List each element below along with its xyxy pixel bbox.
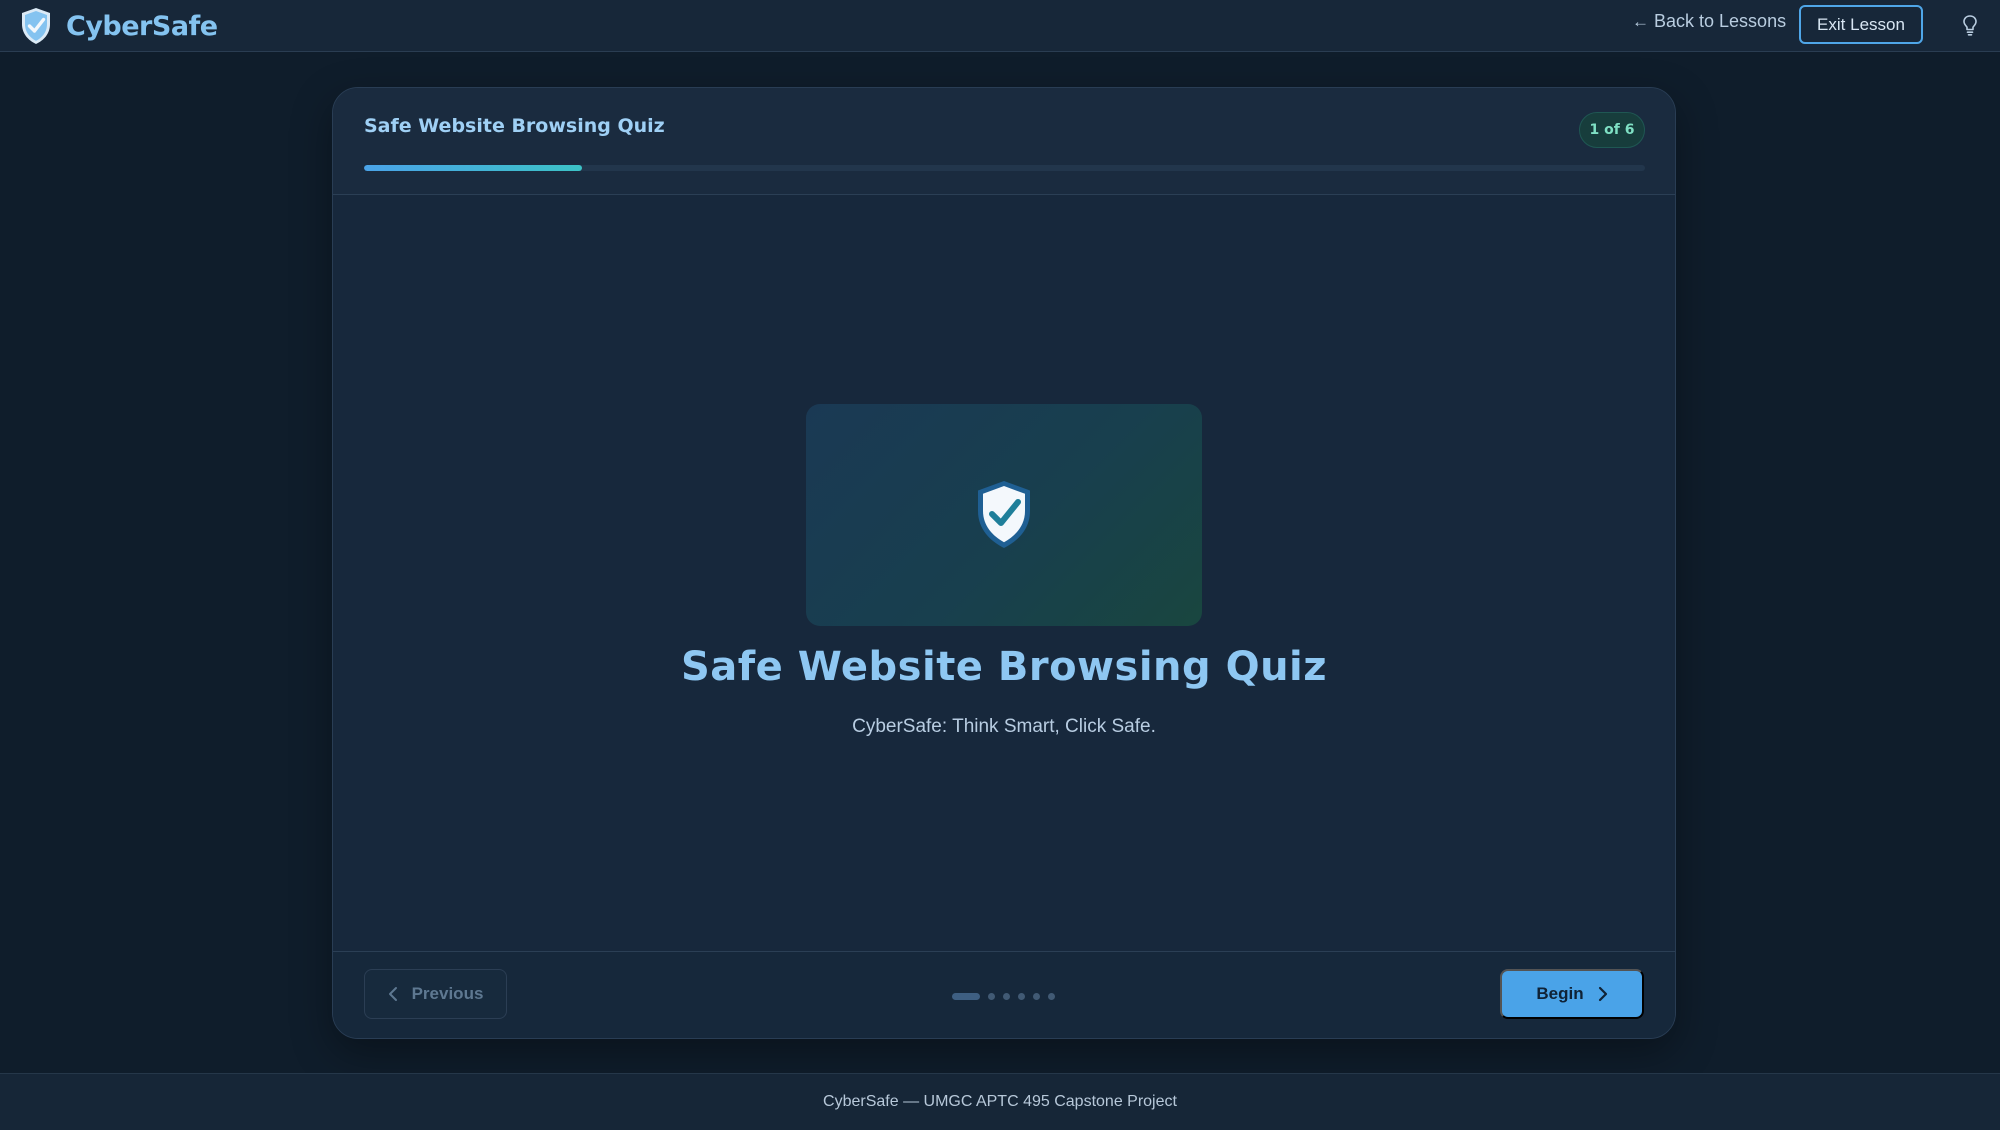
previous-button[interactable]: Previous — [364, 969, 507, 1019]
slide-title: Safe Website Browsing Quiz — [680, 644, 1328, 690]
shield-check-icon — [22, 8, 50, 44]
brand-name: CyberSafe — [66, 10, 218, 42]
back-to-lessons-label: Back to Lessons — [1654, 11, 1787, 31]
slide-dot[interactable] — [1003, 992, 1010, 1000]
lesson-navigation: Previous Begin — [333, 951, 1675, 1038]
slide-dot[interactable] — [988, 992, 995, 1000]
slide-dot[interactable] — [1018, 992, 1025, 1000]
slide-dot[interactable] — [1048, 992, 1055, 1000]
slide-indicator — [952, 992, 1055, 1000]
shield-check-icon — [978, 481, 1030, 548]
page-footer: CyberSafe — UMGC APTC 495 Capstone Proje… — [0, 1073, 2000, 1130]
begin-label: Begin — [1536, 984, 1584, 1003]
slide-hero-image — [806, 404, 1202, 626]
lesson-progress-fill — [364, 165, 582, 171]
back-to-lessons-link[interactable]: ← Back to Lessons — [1632, 11, 1786, 32]
lesson-title: Safe Website Browsing Quiz — [364, 115, 665, 137]
lesson-card-header: Safe Website Browsing Quiz 1 of 6 — [333, 88, 1675, 195]
chevron-right-icon — [1598, 986, 1607, 1002]
lesson-progress-bar — [364, 165, 1645, 171]
arrow-left-icon: ← — [1632, 11, 1649, 31]
begin-button[interactable]: Begin — [1500, 969, 1644, 1019]
previous-label: Previous — [411, 984, 484, 1003]
slide-dot[interactable] — [1033, 992, 1040, 1000]
top-navbar: CyberSafe ← Back to Lessons Exit Lesson — [0, 0, 2000, 52]
slide-dot-active[interactable] — [952, 992, 980, 1000]
slide-subtitle: CyberSafe: Think Smart, Click Safe. — [852, 716, 1156, 737]
exit-lesson-button[interactable]: Exit Lesson — [1799, 5, 1923, 44]
lightbulb-icon[interactable] — [1962, 14, 1978, 36]
step-counter-badge: 1 of 6 — [1579, 112, 1645, 148]
chevron-left-icon — [388, 987, 397, 1001]
brand[interactable]: CyberSafe — [20, 5, 218, 47]
lesson-card: Safe Website Browsing Quiz 1 of 6 Safe W… — [332, 87, 1676, 1039]
